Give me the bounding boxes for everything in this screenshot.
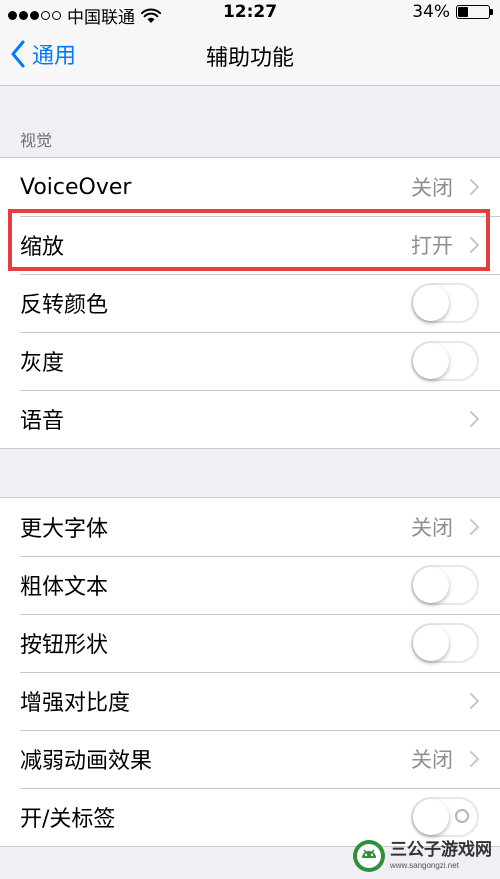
settings-row[interactable]: 减弱动画效果 关闭 <box>0 730 500 788</box>
chevron-right-icon <box>470 237 479 253</box>
settings-row: 粗体文本 <box>0 556 500 614</box>
settings-group-vision: VoiceOver 关闭缩放 打开反转颜色灰度语音 <box>0 157 500 449</box>
battery-icon <box>456 5 493 19</box>
row-value: 关闭 <box>411 516 453 540</box>
settings-row[interactable]: 更大字体 关闭 <box>0 498 500 556</box>
row-label: 更大字体 <box>20 517 109 542</box>
row-value: 打开 <box>411 234 453 258</box>
chevron-right-icon <box>470 693 479 709</box>
row-label: VoiceOver <box>20 174 132 200</box>
toggle-knob <box>413 343 449 379</box>
watermark-name: 三公子游戏网 <box>390 840 492 860</box>
toggle-knob <box>413 567 449 603</box>
battery-percent: 34% <box>412 2 450 22</box>
row-label: 语音 <box>20 409 65 434</box>
settings-row[interactable]: 增强对比度 <box>0 672 500 730</box>
battery-fill <box>458 7 468 17</box>
settings-group-display: 更大字体 关闭 粗体文本 按钮形状 增强对比度 减弱动画效果 关闭 开/关标签 <box>0 497 500 847</box>
section-header-vision: 视觉 <box>20 131 53 150</box>
row-label: 粗体文本 <box>20 575 109 600</box>
chevron-right-icon <box>470 179 479 195</box>
watermark-text: 三公子游戏网 www.sangongzi.net <box>390 842 492 870</box>
watermark: 三公子游戏网 www.sangongzi.net <box>352 839 492 873</box>
status-right: 34% <box>412 2 493 22</box>
row-value: 关闭 <box>411 176 453 200</box>
row-value: 关闭 <box>411 748 453 772</box>
row-label: 按钮形状 <box>20 633 109 658</box>
row-label: 反转颜色 <box>20 293 109 318</box>
toggle-knob <box>413 625 449 661</box>
watermark-logo-icon <box>353 840 385 872</box>
row-label: 灰度 <box>20 351 65 376</box>
toggle-knob <box>413 799 449 835</box>
chevron-right-icon <box>470 751 479 767</box>
settings-row[interactable]: VoiceOver 关闭 <box>0 158 500 216</box>
settings-row: 按钮形状 <box>0 614 500 672</box>
chevron-right-icon <box>470 411 479 427</box>
row-label: 开/关标签 <box>20 807 116 832</box>
toggle-switch[interactable] <box>411 623 479 663</box>
toggle-switch[interactable] <box>411 797 479 837</box>
row-label: 减弱动画效果 <box>20 749 153 774</box>
settings-row[interactable]: 语音 <box>0 390 500 448</box>
toggle-switch[interactable] <box>411 283 479 323</box>
settings-row[interactable]: 缩放 打开 <box>0 216 500 274</box>
page-title: 辅助功能 <box>205 46 294 71</box>
row-label: 缩放 <box>20 235 65 260</box>
row-label: 增强对比度 <box>20 691 131 716</box>
toggle-off-label-icon <box>455 809 469 823</box>
settings-row: 灰度 <box>0 332 500 390</box>
status-bar: 中国联通 12:27 34% <box>0 0 500 28</box>
settings-row: 反转颜色 <box>0 274 500 332</box>
toggle-knob <box>413 285 449 321</box>
chevron-right-icon <box>470 519 479 535</box>
toggle-switch[interactable] <box>411 565 479 605</box>
settings-row: 开/关标签 <box>0 788 500 846</box>
battery-cap <box>490 9 493 15</box>
watermark-url: www.sangongzi.net <box>390 861 459 870</box>
navigation-bar: 通用 辅助功能 <box>0 26 500 86</box>
toggle-switch[interactable] <box>411 341 479 381</box>
